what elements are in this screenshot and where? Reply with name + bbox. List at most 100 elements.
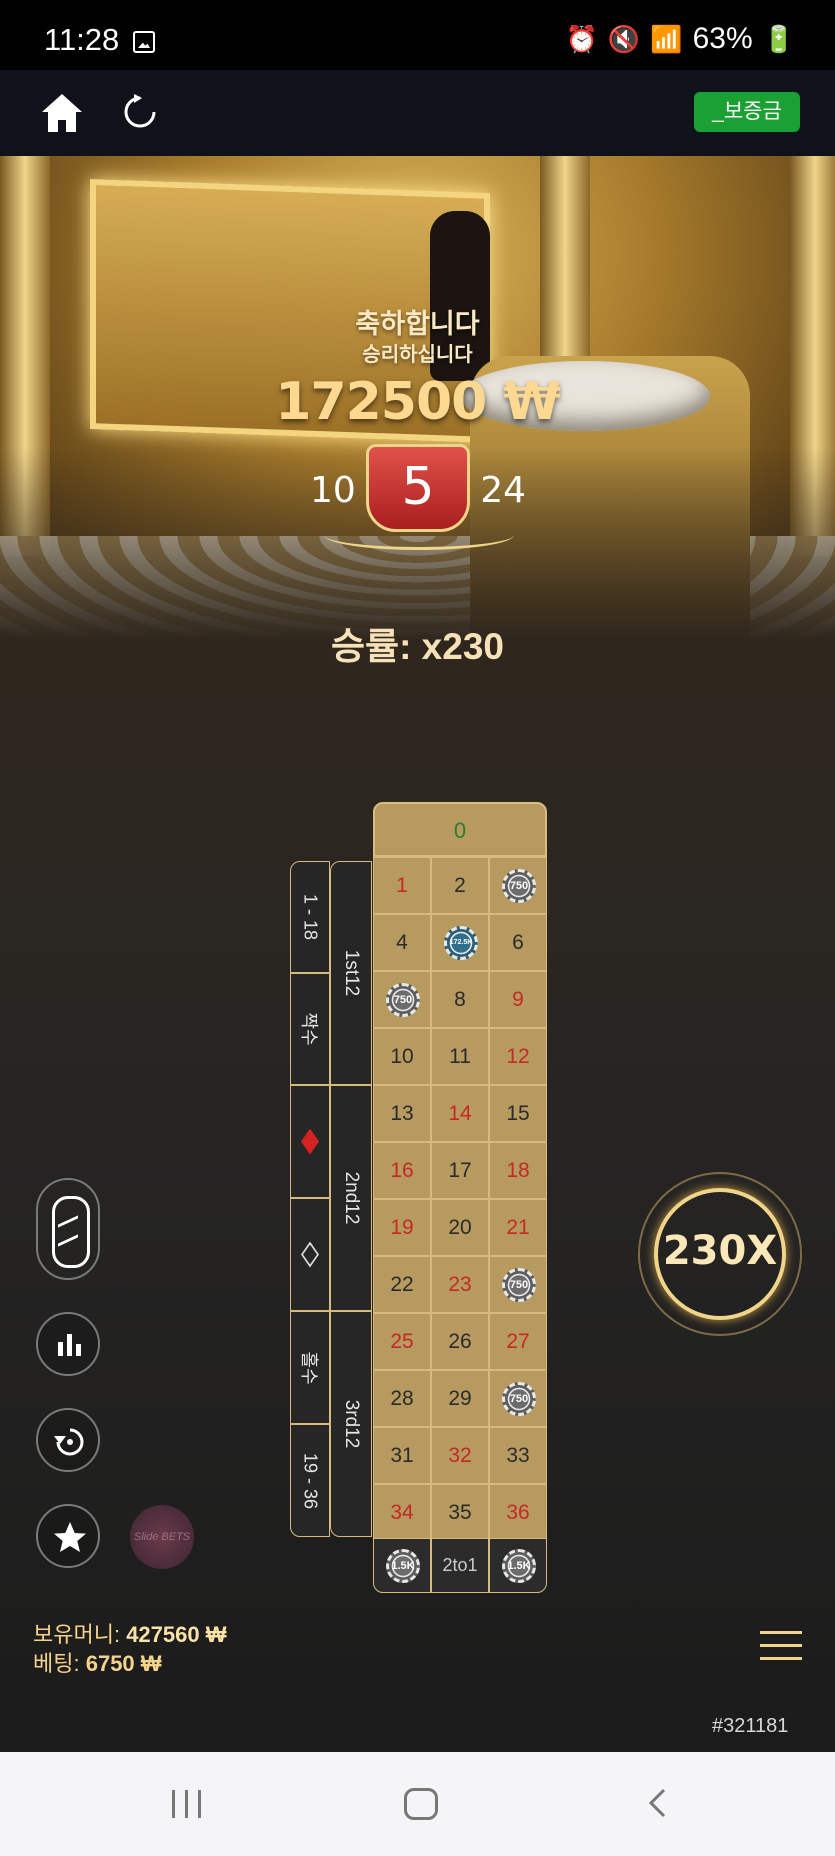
mute-icon: 🔇 [607, 23, 641, 54]
favourites-button[interactable] [36, 1504, 100, 1568]
bet-chip: 750 [502, 1382, 536, 1416]
number-cell-21[interactable]: 21 [489, 1199, 547, 1256]
dozen-2[interactable]: 2nd12 [330, 1085, 372, 1311]
status-bar: 11:28 ⏰ 🔇 📶 63% 🔋 [0, 0, 835, 70]
status-time: 11:28 [44, 22, 120, 57]
number-cell-23[interactable]: 23 [431, 1256, 489, 1313]
recent-apps-icon[interactable] [172, 1790, 204, 1818]
even-bet-label: 짝수 [299, 1012, 319, 1046]
star-icon [54, 1522, 86, 1552]
battery-icon: 🔋 [762, 23, 795, 54]
bet-chip: 172.5K [444, 926, 478, 960]
number-cell-9[interactable]: 9 [489, 971, 547, 1028]
result-display: 10 5 24 [310, 440, 526, 550]
number-cell-25[interactable]: 25 [373, 1313, 431, 1370]
multiplier-badge: 230X [638, 1172, 802, 1336]
deposit-button[interactable]: _보증금 [694, 92, 800, 132]
number-cell-35[interactable]: 35 [431, 1484, 489, 1541]
home-icon[interactable] [40, 92, 84, 134]
black-bet[interactable] [290, 1198, 330, 1311]
prev-number: 10 [310, 470, 356, 511]
number-cell-14[interactable]: 14 [431, 1085, 489, 1142]
dozen-2-label: 2nd12 [341, 1171, 362, 1225]
system-nav-bar [0, 1752, 835, 1856]
game-id: #321181 [712, 1715, 789, 1737]
stats-button[interactable] [36, 1312, 100, 1376]
undo-button[interactable] [36, 1408, 100, 1472]
bar-chart-icon [58, 1334, 81, 1356]
even-bet[interactable]: 짝수 [290, 973, 330, 1085]
column-bet-3[interactable]: 1.5K [489, 1538, 547, 1593]
number-cell-32[interactable]: 32 [431, 1427, 489, 1484]
number-cell-26[interactable]: 26 [431, 1313, 489, 1370]
gallery-icon [133, 31, 155, 53]
refresh-icon[interactable] [122, 94, 158, 130]
alarm-icon: ⏰ [565, 23, 598, 54]
number-cell-6[interactable]: 6 [489, 914, 547, 971]
number-cell-7[interactable]: 750 [373, 971, 431, 1028]
slide-bets-logo[interactable]: Slide BETS [130, 1505, 194, 1569]
number-cell-27[interactable]: 27 [489, 1313, 547, 1370]
column-bet-1[interactable]: 1.5K [373, 1538, 431, 1593]
number-cell-5[interactable]: 172.5K [431, 914, 489, 971]
dozen-1[interactable]: 1st12 [330, 861, 372, 1085]
number-cell-29[interactable]: 29 [431, 1370, 489, 1427]
number-cell-19[interactable]: 19 [373, 1199, 431, 1256]
bet-chip: 750 [386, 983, 420, 1017]
number-cell-10[interactable]: 10 [373, 1028, 431, 1085]
number-cell-1[interactable]: 1 [373, 857, 431, 914]
number-cell-30[interactable]: 750 [489, 1370, 547, 1427]
bet-chip: 750 [502, 1268, 536, 1302]
nav-home-icon[interactable] [404, 1788, 438, 1820]
balance-value: 427560 ₩ [126, 1622, 227, 1647]
dozen-1-label: 1st12 [341, 949, 362, 997]
number-cell-17[interactable]: 17 [431, 1142, 489, 1199]
low-bet[interactable]: 1 - 18 [290, 861, 330, 973]
number-cell-11[interactable]: 11 [431, 1028, 489, 1085]
low-bet-label: 1 - 18 [300, 893, 321, 941]
number-cell-18[interactable]: 18 [489, 1142, 547, 1199]
racetrack-toggle-icon[interactable] [36, 1178, 100, 1280]
red-bet[interactable] [290, 1085, 330, 1198]
column-bet-2[interactable]: 2to1 [431, 1538, 489, 1593]
odd-bet[interactable]: 홀수 [290, 1311, 330, 1424]
number-cell-12[interactable]: 12 [489, 1028, 547, 1085]
number-cell-16[interactable]: 16 [373, 1142, 431, 1199]
back-icon[interactable] [648, 1788, 666, 1818]
number-cell-31[interactable]: 31 [373, 1427, 431, 1484]
bet-chip: 1.5K [386, 1549, 420, 1583]
number-cell-13[interactable]: 13 [373, 1085, 431, 1142]
balance: 보유머니: 427560 ₩ [33, 1617, 226, 1649]
number-cell-4[interactable]: 4 [373, 914, 431, 971]
number-cell-3[interactable]: 750 [489, 857, 547, 914]
undo-icon [54, 1428, 84, 1456]
balance-label: 보유머니: [33, 1622, 127, 1647]
number-cell-34[interactable]: 34 [373, 1484, 431, 1541]
status-icons: ⏰ 🔇 📶 63% 🔋 [565, 22, 795, 56]
bet-chip: 750 [502, 869, 536, 903]
black-diamond-icon [301, 1241, 319, 1268]
congrats-text: 축하합니다 [355, 309, 480, 339]
odd-bet-label: 홀수 [299, 1350, 319, 1385]
number-cell-8[interactable]: 8 [431, 971, 489, 1028]
zero-cell[interactable]: 0 [373, 802, 547, 857]
number-cell-28[interactable]: 28 [373, 1370, 431, 1427]
number-cell-33[interactable]: 33 [489, 1427, 547, 1484]
high-bet-label: 19 - 36 [300, 1452, 321, 1509]
win-amount: 172500 ₩ [275, 372, 561, 432]
multiplier-value: 230X [662, 1228, 778, 1274]
high-bet[interactable]: 19 - 36 [290, 1424, 330, 1537]
number-cell-2[interactable]: 2 [431, 857, 489, 914]
number-cell-15[interactable]: 15 [489, 1085, 547, 1142]
menu-icon[interactable] [760, 1631, 802, 1661]
odds-text: 승률: x230 [331, 626, 504, 667]
number-cell-20[interactable]: 20 [431, 1199, 489, 1256]
number-cell-24[interactable]: 750 [489, 1256, 547, 1313]
winning-number: 5 [366, 444, 470, 532]
number-cell-22[interactable]: 22 [373, 1256, 431, 1313]
bet-value: 6750 ₩ [85, 1651, 162, 1676]
number-cell-36[interactable]: 36 [489, 1484, 547, 1541]
battery-level: 63% [692, 22, 753, 55]
dozen-3[interactable]: 3rd12 [330, 1311, 372, 1537]
bet-total: 베팅: 6750 ₩ [33, 1646, 162, 1678]
